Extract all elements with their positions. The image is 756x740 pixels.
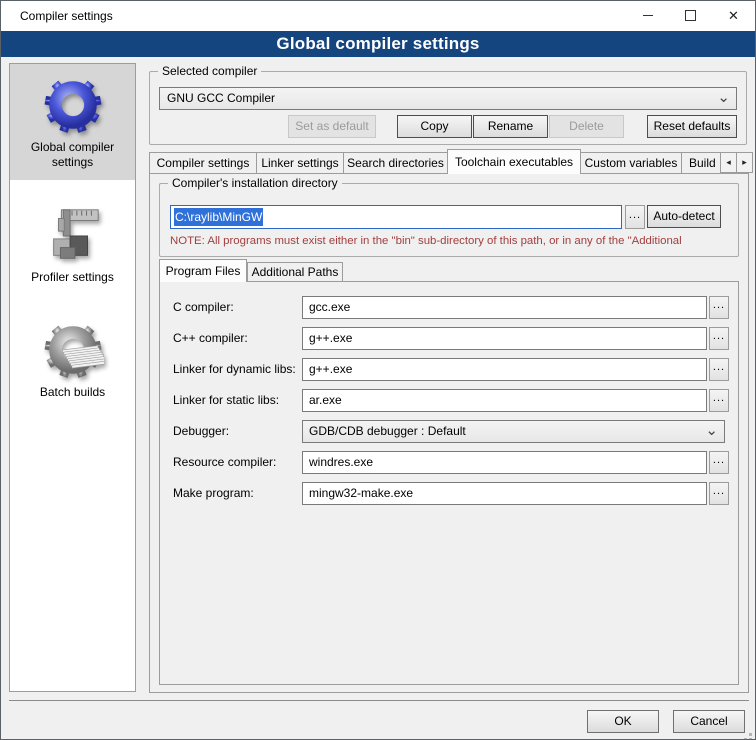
- title-bar: Compiler settings ✕: [1, 1, 755, 31]
- sidebar-item-profiler-settings[interactable]: Profiler settings: [10, 194, 135, 295]
- auto-detect-button[interactable]: Auto-detect: [647, 205, 721, 228]
- linker-for-static-libs-input[interactable]: ar.exe: [302, 389, 707, 412]
- c++-compiler-browse-button[interactable]: ...: [709, 327, 729, 350]
- bin-subdirectory-note: NOTE: All programs must exist either in …: [170, 235, 732, 247]
- linker-for-dynamic-libs-browse-button[interactable]: ...: [709, 358, 729, 381]
- main-tab-strip: Compiler settingsLinker settingsSearch d…: [149, 149, 755, 174]
- sidebar-item-label: Batch builds: [12, 385, 133, 400]
- make-program-input[interactable]: mingw32-make.exe: [302, 482, 707, 505]
- c-compiler-input[interactable]: gcc.exe: [302, 296, 707, 319]
- rename-button[interactable]: Rename: [473, 115, 548, 138]
- gear-stack-icon: [42, 319, 104, 381]
- resource-compiler-browse-button[interactable]: ...: [709, 451, 729, 474]
- tab-linker-settings[interactable]: Linker settings: [256, 152, 344, 174]
- tab-search-directories[interactable]: Search directories: [343, 152, 448, 174]
- compiler-select[interactable]: GNU GCC Compiler ⌄: [159, 87, 737, 110]
- tab-compiler-settings[interactable]: Compiler settings: [149, 152, 257, 174]
- window-title: Compiler settings: [20, 9, 113, 23]
- debugger-select[interactable]: GDB/CDB debugger : Default ⌄: [302, 420, 725, 443]
- resource-compiler-input[interactable]: windres.exe: [302, 451, 707, 474]
- close-icon: ✕: [728, 9, 739, 22]
- minimize-icon: [643, 15, 653, 16]
- linker-for-dynamic-libs-label: Linker for dynamic libs:: [173, 362, 296, 376]
- make-program-label: Make program:: [173, 486, 254, 500]
- chevron-down-icon: ⌄: [717, 87, 730, 108]
- resource-compiler-label: Resource compiler:: [173, 455, 276, 469]
- linker-for-static-libs-label: Linker for static libs:: [173, 393, 279, 407]
- installation-directory-legend: Compiler's installation directory: [168, 176, 342, 190]
- sidebar-item-label: Profiler settings: [12, 270, 133, 285]
- c-compiler-browse-button[interactable]: ...: [709, 296, 729, 319]
- tab-scroll-left-icon[interactable]: ◂: [720, 152, 737, 173]
- compiler-settings-dialog: Compiler settings ✕ Global compiler sett…: [0, 0, 756, 740]
- browse-directory-button[interactable]: ...: [625, 205, 645, 229]
- program-files-panel: C compiler: gcc.exe... C++ compiler: g++.ex…: [159, 281, 739, 685]
- installation-path-input[interactable]: C:\raylib\MinGW: [170, 205, 622, 229]
- tab-scroll-right-icon[interactable]: ▸: [736, 152, 753, 173]
- selected-compiler-group: Selected compiler GNU GCC Compiler ⌄ Set…: [149, 71, 747, 145]
- compiler-select-value: GNU GCC Compiler: [167, 91, 275, 105]
- debugger-value: GDB/CDB debugger : Default: [309, 424, 466, 438]
- caliper-icon: [42, 204, 104, 266]
- settings-sidebar: Global compiler settings Profiler settin…: [9, 63, 136, 692]
- maximize-button[interactable]: [669, 1, 712, 30]
- subtab-program-files[interactable]: Program Files: [159, 259, 247, 282]
- installation-directory-group: Compiler's installation directory C:\ray…: [159, 183, 739, 257]
- sidebar-item-label: Global compiler settings: [12, 140, 133, 170]
- subtab-additional-paths[interactable]: Additional Paths: [247, 262, 343, 282]
- linker-for-dynamic-libs-input[interactable]: g++.exe: [302, 358, 707, 381]
- make-program-browse-button[interactable]: ...: [709, 482, 729, 505]
- debugger-label: Debugger:: [173, 424, 229, 438]
- cancel-button[interactable]: Cancel: [673, 710, 745, 733]
- reset-defaults-button[interactable]: Reset defaults: [647, 115, 737, 138]
- c-compiler-label: C compiler:: [173, 300, 234, 314]
- ok-button[interactable]: OK: [587, 710, 659, 733]
- page-title: Global compiler settings: [1, 31, 755, 57]
- close-button[interactable]: ✕: [712, 1, 755, 30]
- c++-compiler-input[interactable]: g++.exe: [302, 327, 707, 350]
- linker-for-static-libs-browse-button[interactable]: ...: [709, 389, 729, 412]
- installation-path-selected-text: C:\raylib\MinGW: [174, 208, 263, 226]
- c++-compiler-label: C++ compiler:: [173, 331, 248, 345]
- sidebar-item-global-compiler-settings[interactable]: Global compiler settings: [10, 64, 135, 180]
- tab-custom-variables[interactable]: Custom variables: [580, 152, 682, 174]
- footer-divider: [9, 700, 749, 701]
- set-as-default-button: Set as default: [288, 115, 376, 138]
- minimize-button[interactable]: [626, 1, 669, 30]
- maximize-icon: [685, 10, 696, 21]
- sidebar-item-batch-builds[interactable]: Batch builds: [10, 309, 135, 410]
- copy-button[interactable]: Copy: [397, 115, 472, 138]
- selected-compiler-legend: Selected compiler: [158, 64, 261, 78]
- resize-grip-icon[interactable]: [749, 733, 752, 736]
- tab-toolchain-executables[interactable]: Toolchain executables: [447, 149, 581, 174]
- delete-button: Delete: [549, 115, 624, 138]
- gear-blue-icon: [42, 74, 104, 136]
- tab-build[interactable]: Build: [681, 152, 721, 174]
- chevron-down-icon: ⌄: [705, 420, 718, 441]
